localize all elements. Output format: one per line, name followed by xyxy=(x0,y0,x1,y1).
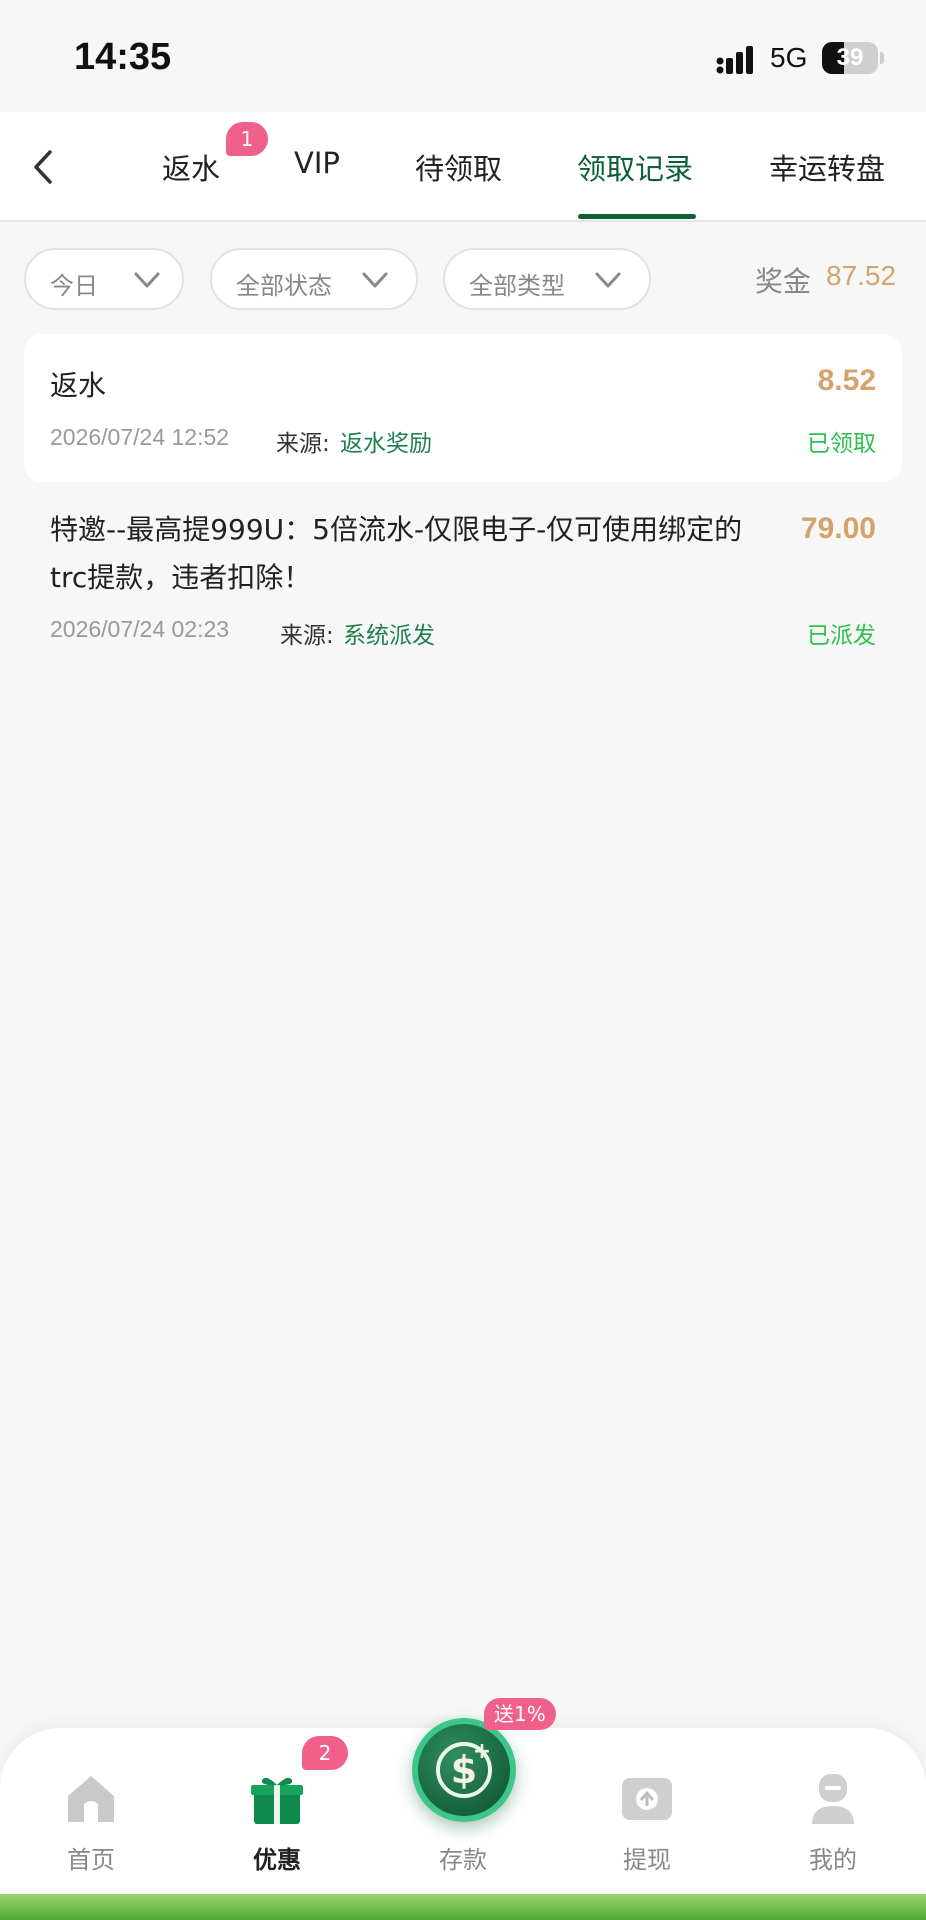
nav-withdraw[interactable]: 提现 xyxy=(592,1768,702,1888)
record-source: 系统派发 xyxy=(343,623,435,649)
record-amount: 8.52 xyxy=(817,364,876,397)
battery-icon: 39 xyxy=(822,42,878,74)
deposit-promo-badge: 送1% xyxy=(484,1698,556,1730)
status-time: 14:35 xyxy=(74,36,172,78)
tab-badge: 1 xyxy=(226,122,268,156)
network-type: 5G xyxy=(770,42,808,73)
profile-icon xyxy=(812,1774,854,1824)
record-card[interactable]: 返水 8.52 2026/07/24 12:52 来源: 返水奖励 已领取 xyxy=(24,334,902,482)
date-filter[interactable]: 今日 xyxy=(24,248,184,310)
bonus-total: 87.52 xyxy=(826,260,897,291)
active-tab-indicator xyxy=(578,214,696,219)
deposit-button[interactable]: $ + xyxy=(412,1718,516,1822)
nav-profile[interactable]: 我的 xyxy=(778,1768,888,1888)
nav-home[interactable]: 首页 xyxy=(36,1768,146,1888)
record-date: 2026/07/24 12:52 xyxy=(50,424,230,450)
nav-label: 优惠 xyxy=(253,1846,301,1874)
back-icon[interactable] xyxy=(24,144,64,190)
nav-label: 我的 xyxy=(809,1846,857,1874)
chevron-down-icon xyxy=(595,272,621,288)
chevron-down-icon xyxy=(134,272,160,288)
battery-tip xyxy=(880,52,884,64)
withdraw-icon xyxy=(622,1778,672,1820)
nav-label: 存款 xyxy=(439,1846,487,1874)
record-status: 已领取 xyxy=(807,431,876,457)
record-status: 已派发 xyxy=(807,623,876,649)
deposit-icon: $ + xyxy=(436,1739,492,1798)
record-source-label: 来源: xyxy=(276,431,330,457)
bonus-label: 奖金 xyxy=(755,265,812,298)
tab-lucky-wheel[interactable]: 幸运转盘 xyxy=(769,146,885,188)
tab-claim-records[interactable]: 领取记录 xyxy=(577,146,693,188)
nav-promotions[interactable]: 优惠 xyxy=(222,1768,332,1888)
gift-icon xyxy=(251,1777,303,1824)
tab-vip[interactable]: VIP xyxy=(294,146,340,180)
type-filter-label: 全部类型 xyxy=(469,272,565,300)
battery-level: 39 xyxy=(836,44,864,71)
date-filter-label: 今日 xyxy=(50,272,98,300)
record-title: 特邀--最高提999U：5倍流水-仅限电子-仅可使用绑定的trc提款，违者扣除！ xyxy=(50,513,743,594)
tab-rebate[interactable]: 返水 xyxy=(162,146,220,188)
nav-label: 首页 xyxy=(67,1846,115,1874)
tab-header: 返水 1 VIP 待领取 领取记录 幸运转盘 xyxy=(0,112,926,222)
status-filter-label: 全部状态 xyxy=(236,272,332,300)
record-source: 返水奖励 xyxy=(340,431,432,457)
type-filter[interactable]: 全部类型 xyxy=(443,248,651,310)
signal-icon xyxy=(716,46,753,74)
record-source-label: 来源: xyxy=(280,623,334,649)
status-bar: 14:35 5G 39 xyxy=(0,0,926,112)
tab-pending[interactable]: 待领取 xyxy=(415,146,502,188)
record-amount: 79.00 xyxy=(800,512,876,545)
record-date: 2026/07/24 02:23 xyxy=(50,616,230,642)
record-title: 返水 xyxy=(50,369,107,402)
grass-decoration xyxy=(0,1894,926,1920)
promotions-badge: 2 xyxy=(302,1736,348,1770)
svg-text:+: + xyxy=(473,1739,491,1764)
status-filter[interactable]: 全部状态 xyxy=(210,248,418,310)
chevron-down-icon xyxy=(362,272,388,288)
home-icon xyxy=(68,1776,114,1822)
nav-label: 提现 xyxy=(623,1846,671,1874)
